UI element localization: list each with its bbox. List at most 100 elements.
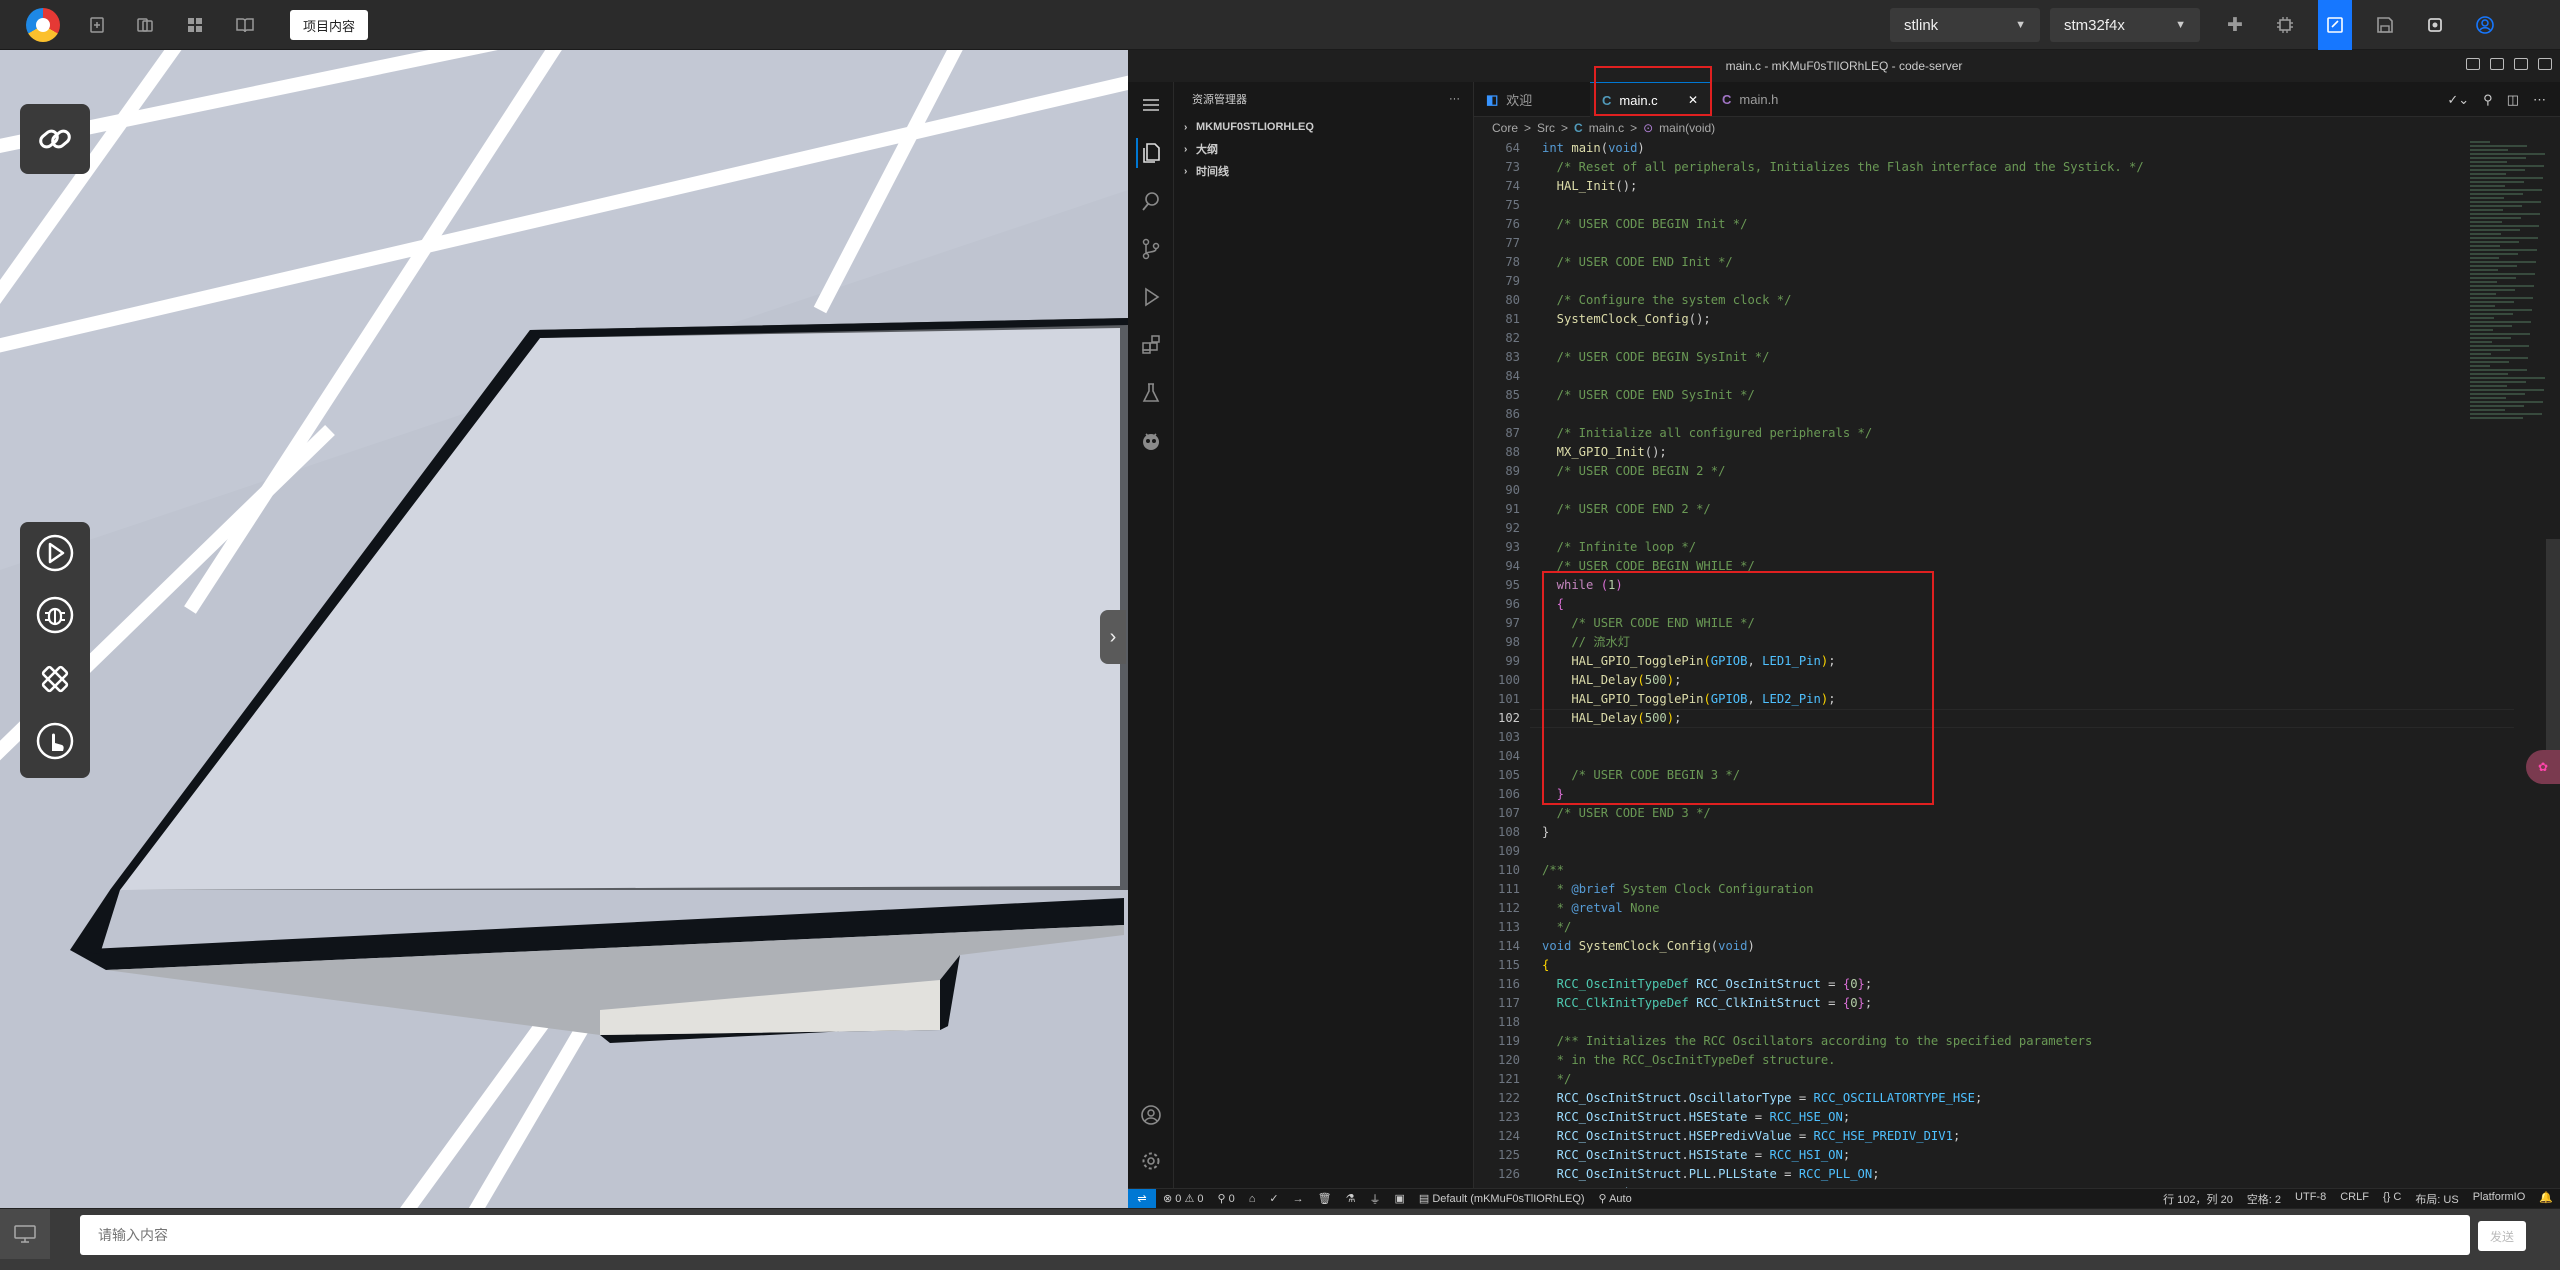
code-line[interactable]: 116 RCC_OscInitTypeDef RCC_OscInitStruct… bbox=[1474, 975, 2514, 994]
connect-link-button[interactable] bbox=[20, 104, 90, 174]
debugger-select[interactable]: stlink ▼ bbox=[1890, 8, 2040, 42]
code-line[interactable]: 113 */ bbox=[1474, 918, 2514, 937]
more-actions-icon[interactable]: ⋯ bbox=[2533, 92, 2546, 108]
open-file-icon[interactable] bbox=[132, 12, 158, 38]
code-line[interactable]: 125 RCC_OscInitStruct.HSIState = RCC_HSI… bbox=[1474, 1146, 2514, 1165]
apps-grid-icon[interactable] bbox=[182, 12, 208, 38]
code-line[interactable]: 75 bbox=[1474, 196, 2514, 215]
remote-icon[interactable]: ⇌ bbox=[1128, 1188, 1156, 1209]
code-line[interactable]: 90 bbox=[1474, 481, 2514, 500]
3d-viewport[interactable]: › bbox=[0, 50, 1128, 1208]
code-line[interactable]: 98 // 流水灯 bbox=[1474, 633, 2514, 652]
clean-trash-icon[interactable]: 🗑 bbox=[1311, 1192, 1339, 1205]
code-line[interactable]: 109 bbox=[1474, 842, 2514, 861]
indentation[interactable]: 空格: 2 bbox=[2240, 1191, 2288, 1207]
language-mode[interactable]: {} C bbox=[2376, 1191, 2408, 1207]
testing-flask-icon[interactable] bbox=[1136, 378, 1166, 408]
home-icon[interactable]: ⌂ bbox=[1242, 1193, 1263, 1205]
code-line[interactable]: 82 bbox=[1474, 329, 2514, 348]
code-line[interactable]: 64 int main(void) bbox=[1474, 139, 2514, 158]
code-line[interactable]: 107 /* USER CODE END 3 */ bbox=[1474, 804, 2514, 823]
code-line[interactable]: 124 RCC_OscInitStruct.HSEPredivValue = R… bbox=[1474, 1127, 2514, 1146]
code-line[interactable]: 80 /* Configure the system clock */ bbox=[1474, 291, 2514, 310]
platformio-icon[interactable] bbox=[1136, 426, 1166, 456]
code-line[interactable]: 117 RCC_ClkInitTypeDef RCC_ClkInitStruct… bbox=[1474, 994, 2514, 1013]
more-actions-icon[interactable]: ··· bbox=[1449, 93, 1460, 105]
minimap[interactable] bbox=[2470, 139, 2546, 559]
platformio-status[interactable]: PlatformIO bbox=[2466, 1191, 2533, 1207]
code-line[interactable]: 126 RCC_OscInitStruct.PLL.PLLState = RCC… bbox=[1474, 1165, 2514, 1184]
code-line[interactable]: 87 /* Initialize all configured peripher… bbox=[1474, 424, 2514, 443]
tab-main-c[interactable]: C main.c ✕ bbox=[1590, 82, 1710, 117]
user-account-icon[interactable] bbox=[2468, 8, 2502, 42]
menu-icon[interactable] bbox=[1136, 90, 1166, 120]
save-icon[interactable] bbox=[2368, 8, 2402, 42]
code-line[interactable]: 120 * in the RCC_OscInitTypeDef structur… bbox=[1474, 1051, 2514, 1070]
explorer-section-timeline[interactable]: › 时间线 bbox=[1174, 160, 1474, 182]
breadcrumb-item[interactable]: main.c bbox=[1589, 121, 1624, 135]
debug-button[interactable] bbox=[34, 594, 76, 636]
code-line[interactable]: 89 /* USER CODE BEGIN 2 */ bbox=[1474, 462, 2514, 481]
chip-select[interactable]: stm32f4x ▼ bbox=[2050, 8, 2200, 42]
code-line[interactable]: 108} bbox=[1474, 823, 2514, 842]
breadcrumb-item[interactable]: main(void) bbox=[1659, 121, 1715, 135]
code-line[interactable]: 78 /* USER CODE END Init */ bbox=[1474, 253, 2514, 272]
project-content-button[interactable]: 项目内容 bbox=[290, 10, 368, 40]
code-line[interactable]: 81 SystemClock_Config(); bbox=[1474, 310, 2514, 329]
chip-icon[interactable] bbox=[2268, 8, 2302, 42]
line-ending[interactable]: CRLF bbox=[2333, 1191, 2376, 1207]
test-flask-icon[interactable]: ⚗ bbox=[1339, 1192, 1363, 1205]
source-control-icon[interactable] bbox=[1136, 234, 1166, 264]
accounts-icon[interactable] bbox=[1136, 1100, 1166, 1130]
cursor-position[interactable]: 行 102，列 20 bbox=[2156, 1191, 2240, 1207]
close-icon[interactable]: ✕ bbox=[1688, 93, 1698, 107]
problems-status[interactable]: ⊗ 0 ⚠ 0 bbox=[1156, 1192, 1211, 1205]
code-line[interactable]: 99 HAL_GPIO_TogglePin(GPIOB, LED1_Pin); bbox=[1474, 652, 2514, 671]
book-icon[interactable] bbox=[232, 12, 258, 38]
split-editor-icon[interactable]: ◫ bbox=[2507, 92, 2519, 108]
code-line[interactable]: 91 /* USER CODE END 2 */ bbox=[1474, 500, 2514, 519]
code-line[interactable]: 97 /* USER CODE END WHILE */ bbox=[1474, 614, 2514, 633]
extensions-icon[interactable] bbox=[1136, 330, 1166, 360]
code-line[interactable]: 94 /* USER CODE BEGIN WHILE */ bbox=[1474, 557, 2514, 576]
run-button[interactable] bbox=[34, 532, 76, 574]
code-line[interactable]: 76 /* USER CODE BEGIN Init */ bbox=[1474, 215, 2514, 234]
explorer-icon[interactable] bbox=[1136, 138, 1166, 168]
code-line[interactable]: 79 bbox=[1474, 272, 2514, 291]
run-debug-icon[interactable] bbox=[1136, 282, 1166, 312]
breadcrumb-item[interactable]: Core bbox=[1492, 121, 1518, 135]
pin-icon[interactable]: ⚲ bbox=[2483, 92, 2493, 108]
env-status[interactable]: ▤ Default (mKMuF0sTlIORhLEQ) bbox=[1412, 1192, 1592, 1205]
code-line[interactable]: 105 /* USER CODE BEGIN 3 */ bbox=[1474, 766, 2514, 785]
code-line[interactable]: 85 /* USER CODE END SysInit */ bbox=[1474, 386, 2514, 405]
breadcrumb-item[interactable]: Src bbox=[1537, 121, 1555, 135]
plugin-icon[interactable]: ✚ bbox=[2218, 8, 2252, 42]
code-line[interactable]: 111 * @brief System Clock Configuration bbox=[1474, 880, 2514, 899]
code-line[interactable]: 83 /* USER CODE BEGIN SysInit */ bbox=[1474, 348, 2514, 367]
build-check-icon[interactable]: ✓ bbox=[1262, 1192, 1285, 1205]
message-input[interactable] bbox=[80, 1215, 2470, 1255]
vertical-scrollbar[interactable] bbox=[2546, 139, 2560, 1188]
scrollbar-thumb[interactable] bbox=[2546, 539, 2560, 759]
customize-layout-icon[interactable] bbox=[2538, 58, 2552, 70]
code-line[interactable]: 103 bbox=[1474, 728, 2514, 747]
new-file-icon[interactable] bbox=[84, 12, 110, 38]
plug-icon[interactable]: ⏚ bbox=[1362, 1191, 1387, 1207]
code-line[interactable]: 96 { bbox=[1474, 595, 2514, 614]
code-line[interactable]: 110 /** bbox=[1474, 861, 2514, 880]
code-line[interactable]: 102 HAL_Delay(500); bbox=[1474, 709, 2514, 728]
code-line[interactable]: 122 RCC_OscInitStruct.OscillatorType = R… bbox=[1474, 1089, 2514, 1108]
tab-welcome[interactable]: ◧ 欢迎 bbox=[1474, 82, 1584, 117]
send-button[interactable]: 发送 bbox=[2478, 1221, 2526, 1251]
code-line[interactable]: 73 /* Reset of all peripherals, Initiali… bbox=[1474, 158, 2514, 177]
code-line[interactable]: 86 bbox=[1474, 405, 2514, 424]
notifications-bell-icon[interactable]: 🔔 bbox=[2532, 1191, 2560, 1207]
keyboard-layout[interactable]: 布局: US bbox=[2408, 1191, 2465, 1207]
code-line[interactable]: 77 bbox=[1474, 234, 2514, 253]
explorer-section-outline[interactable]: › 大纲 bbox=[1174, 138, 1474, 160]
panel-collapse-toggle[interactable]: › bbox=[1100, 610, 1126, 664]
search-icon[interactable] bbox=[1136, 186, 1166, 216]
code-line[interactable]: 92 bbox=[1474, 519, 2514, 538]
encoding[interactable]: UTF-8 bbox=[2288, 1191, 2333, 1207]
code-line[interactable]: 121 */ bbox=[1474, 1070, 2514, 1089]
